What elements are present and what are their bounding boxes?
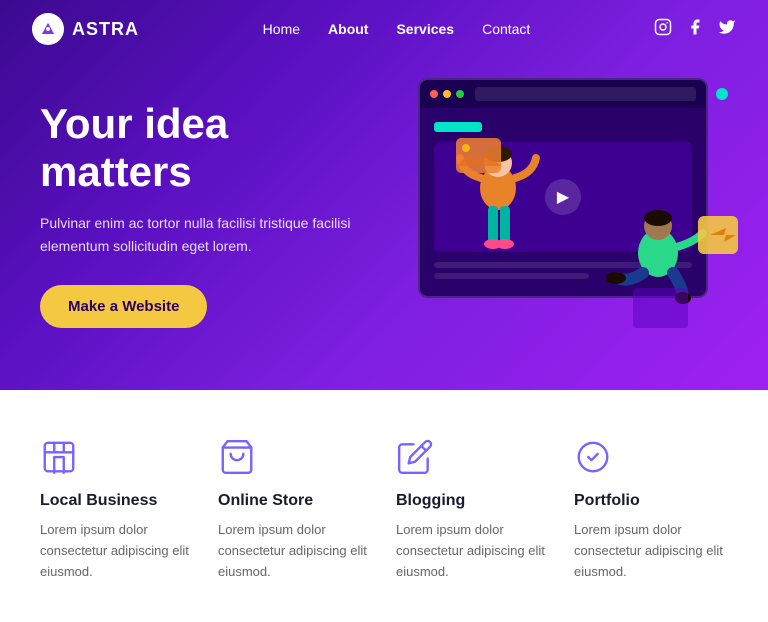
bag-icon (218, 438, 258, 478)
facebook-icon[interactable] (686, 18, 704, 41)
feature-online-store: Online Store Lorem ipsum dolor consectet… (218, 438, 372, 582)
local-business-title: Local Business (40, 492, 194, 510)
blogging-title: Blogging (396, 492, 550, 510)
cta-button[interactable]: Make a Website (40, 285, 207, 328)
instagram-icon[interactable] (654, 18, 672, 41)
hero-illustration: ▶ (388, 58, 748, 388)
logo-name: ASTRA (72, 19, 139, 40)
logo-icon (32, 13, 64, 45)
header: ASTRA Home About Services Contact (0, 0, 768, 58)
online-store-title: Online Store (218, 492, 372, 510)
feature-portfolio: Portfolio Lorem ipsum dolor consectetur … (574, 438, 728, 582)
feature-local-business: Local Business Lorem ipsum dolor consect… (40, 438, 194, 582)
hero-subtitle: Pulvinar enim ac tortor nulla facilisi t… (40, 212, 360, 257)
twitter-icon[interactable] (718, 18, 736, 41)
building-icon (40, 438, 80, 478)
hero-section: Your idea matters Pulvinar enim ac torto… (0, 0, 768, 390)
hero-content: Your idea matters Pulvinar enim ac torto… (0, 60, 400, 388)
nav-about[interactable]: About (328, 21, 368, 37)
check-circle-icon (574, 438, 614, 478)
nav-contact[interactable]: Contact (482, 21, 530, 37)
nav: Home About Services Contact (263, 21, 531, 37)
edit-icon (396, 438, 436, 478)
features-section: Local Business Lorem ipsum dolor consect… (0, 390, 768, 622)
portfolio-title: Portfolio (574, 492, 728, 510)
nav-home[interactable]: Home (263, 21, 300, 37)
nav-services[interactable]: Services (396, 21, 454, 37)
blogging-desc: Lorem ipsum dolor consectetur adipiscing… (396, 520, 550, 582)
feature-blogging: Blogging Lorem ipsum dolor consectetur a… (396, 438, 550, 582)
online-store-desc: Lorem ipsum dolor consectetur adipiscing… (218, 520, 372, 582)
social-icons (654, 18, 736, 41)
hero-title: Your idea matters (40, 100, 360, 197)
portfolio-desc: Lorem ipsum dolor consectetur adipiscing… (574, 520, 728, 582)
logo[interactable]: ASTRA (32, 13, 139, 45)
local-business-desc: Lorem ipsum dolor consectetur adipiscing… (40, 520, 194, 582)
